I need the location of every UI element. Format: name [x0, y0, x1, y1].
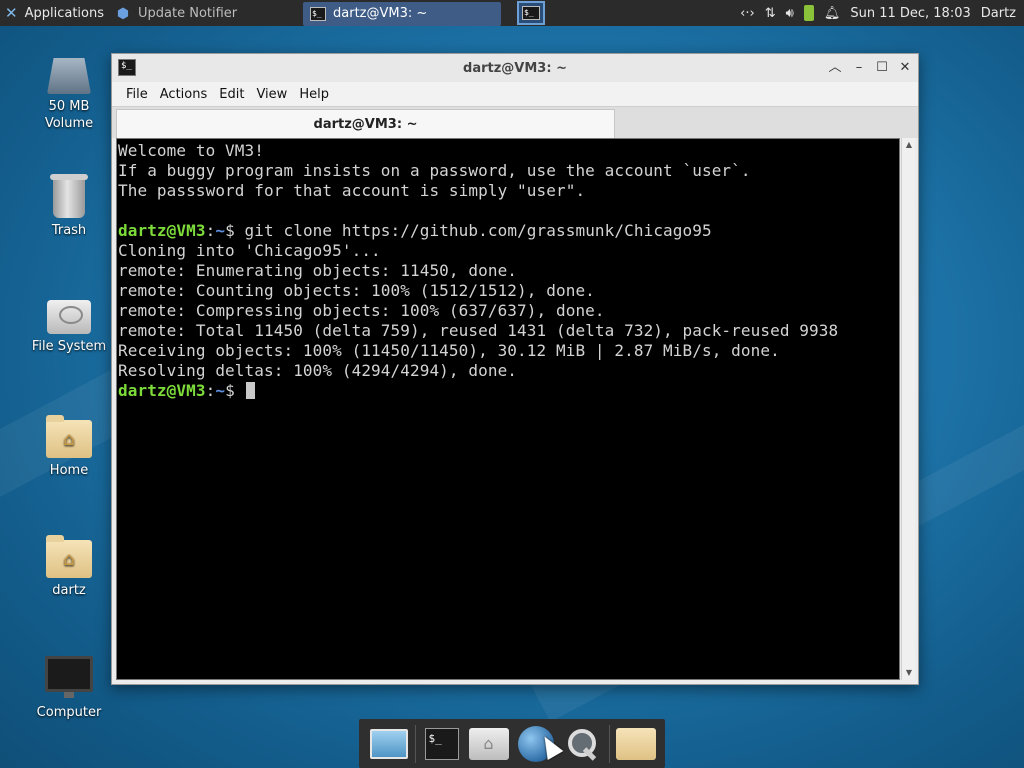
terminal-line: remote: Counting objects: 100% (1512/151…	[118, 281, 595, 300]
scroll-up-arrow-icon[interactable]: ▲	[902, 138, 916, 152]
system-tray: ‹·› ⇅ 🔊︎ 🔔︎ Sun 11 Dec, 18:03 Dartz	[740, 5, 1024, 21]
minimize-button[interactable]: –	[850, 59, 868, 77]
dock-show-desktop[interactable]	[368, 723, 410, 765]
desktop-icon-file-system[interactable]: File System	[24, 300, 114, 355]
menu-actions[interactable]: Actions	[154, 87, 214, 102]
dock-home-folder[interactable]: ⌂	[468, 723, 510, 765]
tab-bar: dartz@VM3: ~	[112, 106, 918, 139]
terminal-output[interactable]: Welcome to VM3! If a buggy program insist…	[116, 138, 900, 680]
notification-bell-icon[interactable]: 🔔︎	[824, 6, 841, 21]
command-text: git clone https://github.com/grassmunk/C…	[234, 221, 712, 240]
battery-icon[interactable]	[803, 5, 814, 21]
desktop-icon-trash[interactable]: Trash	[24, 174, 114, 239]
home-folder-icon: ⌂	[46, 535, 92, 578]
terminal-line: The passsword for that account is simply…	[118, 181, 586, 200]
desktop-icon-home[interactable]: ⌂ Home	[24, 415, 114, 479]
desktop-icon-label: Computer	[36, 705, 102, 720]
dock-folder[interactable]	[615, 723, 657, 765]
folder-icon	[615, 727, 656, 760]
hard-disk-icon	[47, 300, 91, 334]
terminal-line: Welcome to VM3!	[118, 141, 264, 160]
prompt-symbol: $	[225, 221, 235, 240]
prompt-path: ~	[215, 381, 226, 400]
home-folder-icon: ⌂	[46, 415, 92, 458]
terminal-icon[interactable]: $_	[118, 59, 136, 76]
transfer-arrows-icon[interactable]: ⇅	[765, 6, 776, 21]
terminal-icon: $_	[424, 727, 459, 760]
top-panel: ✕ Applications ⬢ Update Notifier $_ dart…	[0, 0, 1024, 26]
window-title: dartz@VM3: ~	[463, 60, 567, 76]
terminal-icon: $_	[309, 5, 327, 23]
monitor-icon	[45, 656, 93, 698]
search-icon	[566, 727, 600, 761]
prompt-colon: :	[205, 381, 216, 400]
maximize-button[interactable]: ☐	[873, 59, 891, 77]
update-shield-icon: ⬢	[116, 5, 130, 22]
close-button[interactable]: ✕	[896, 59, 914, 77]
workspace-switcher[interactable]: $_	[501, 0, 561, 26]
terminal-line: remote: Compressing objects: 100% (637/6…	[118, 301, 605, 320]
taskbar-item-label: dartz@VM3: ~	[333, 6, 428, 21]
desktop-icon-label: Home	[49, 463, 89, 478]
dock-search[interactable]	[562, 723, 604, 765]
clock[interactable]: Sun 11 Dec, 18:03	[850, 6, 970, 21]
prompt-user: dartz@VM3	[118, 381, 206, 400]
workspace-1[interactable]: $_	[517, 1, 545, 25]
dock-separator	[608, 724, 610, 763]
applications-label: Applications	[24, 5, 104, 21]
volume-icon[interactable]: 🔊︎	[786, 6, 794, 21]
menu-view[interactable]: View	[250, 87, 293, 102]
xfce-logo-icon: ✕	[5, 4, 18, 22]
taskbar-item-update-notifier[interactable]: ⬢ Update Notifier	[108, 2, 303, 26]
terminal-line: Receiving objects: 100% (11450/11450), 3…	[118, 341, 780, 360]
prompt-path: ~	[215, 221, 226, 240]
desktop-icon-computer[interactable]: Computer	[24, 656, 114, 721]
applications-menu-button[interactable]: ✕ Applications	[0, 0, 108, 26]
desktop-icon-label: Trash	[51, 223, 87, 238]
menu-file[interactable]: File	[120, 87, 154, 102]
dock: $_ ⌂	[359, 719, 665, 768]
text-cursor	[245, 382, 255, 399]
desktop-icon	[369, 728, 408, 759]
terminal-window: $_ dartz@VM3: ~ ︿ – ☐ ✕ File Actions Edi…	[111, 53, 919, 685]
shade-button[interactable]: ︿	[826, 59, 844, 77]
desktop-icon-label: dartz	[52, 583, 86, 598]
dock-terminal[interactable]: $_	[421, 723, 463, 765]
home-folder-icon: ⌂	[468, 727, 509, 760]
window-title-bar[interactable]: $_ dartz@VM3: ~ ︿ – ☐ ✕	[112, 54, 918, 82]
network-icon[interactable]: ‹·›	[740, 6, 755, 21]
terminal-line: Cloning into 'Chicago95'...	[118, 241, 381, 260]
taskbar-item-terminal[interactable]: $_ dartz@VM3: ~	[303, 1, 501, 26]
terminal-line: remote: Total 11450 (delta 759), reused …	[118, 321, 839, 340]
prompt-symbol: $	[225, 381, 235, 400]
taskbar-item-label: Update Notifier	[138, 6, 238, 21]
menu-bar: File Actions Edit View Help	[112, 82, 918, 106]
trash-icon	[50, 174, 88, 218]
user-menu[interactable]: Dartz	[981, 6, 1016, 21]
desktop-icon-dartz[interactable]: ⌂ dartz	[24, 535, 114, 599]
terminal-tab[interactable]: dartz@VM3: ~	[116, 109, 615, 139]
terminal-scrollbar[interactable]: ▲ ▼	[901, 138, 915, 680]
prompt-colon: :	[205, 221, 216, 240]
terminal-command-line: dartz@VM3:~$ git clone https://github.co…	[118, 221, 899, 241]
menu-help[interactable]: Help	[293, 87, 335, 102]
desktop-icon-50mb-volume[interactable]: 50 MB Volume	[24, 58, 114, 132]
terminal-prompt-line[interactable]: dartz@VM3:~$	[118, 381, 899, 401]
menu-edit[interactable]: Edit	[213, 87, 250, 102]
prompt-user: dartz@VM3	[118, 221, 206, 240]
desktop-icon-label: 50 MB Volume	[44, 99, 94, 131]
drive-icon	[47, 58, 91, 94]
terminal-line: Resolving deltas: 100% (4294/4294), done…	[118, 361, 518, 380]
terminal-line: remote: Enumerating objects: 11450, done…	[118, 261, 518, 280]
scroll-down-arrow-icon[interactable]: ▼	[902, 666, 916, 680]
desktop-icon-label: File System	[31, 339, 107, 354]
dock-separator	[414, 724, 416, 763]
terminal-line: If a buggy program insists on a password…	[118, 161, 751, 180]
